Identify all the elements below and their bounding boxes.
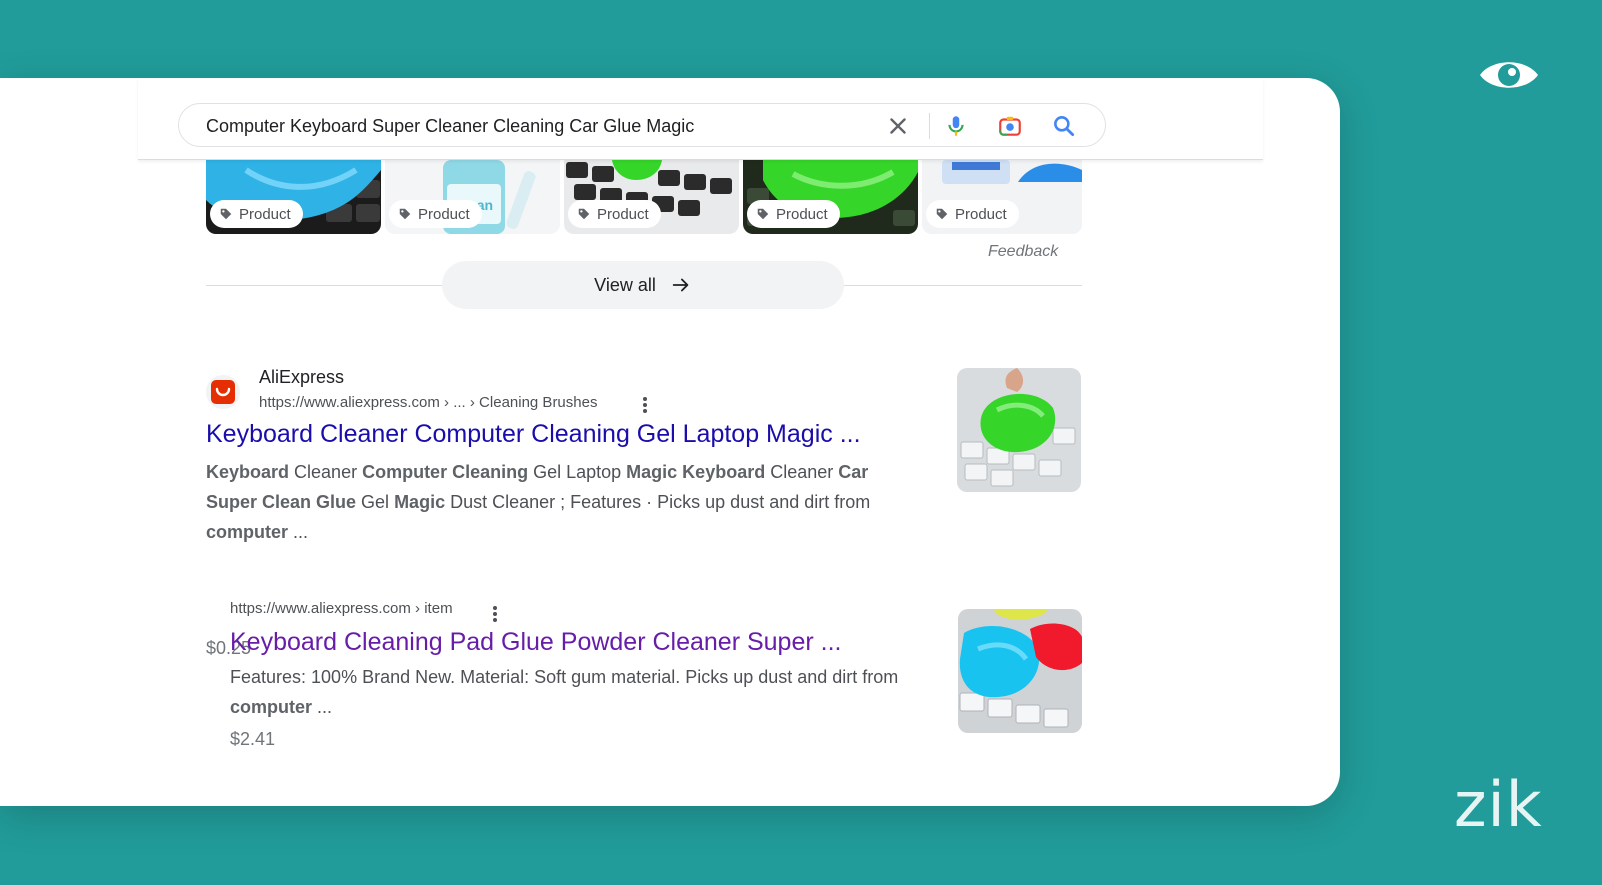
site-name[interactable]: AliExpress (259, 367, 344, 388)
search-icon[interactable] (1051, 113, 1077, 139)
tag-icon (757, 208, 769, 220)
product-tag: Product (210, 200, 303, 228)
camera-lens-icon[interactable] (997, 113, 1023, 139)
arrow-right-icon (672, 278, 689, 292)
result-url[interactable]: https://www.aliexpress.com › ... › Clean… (259, 394, 597, 411)
feedback-link[interactable]: Feedback (988, 243, 1058, 261)
result-image (958, 609, 1082, 733)
product-tag-label: Product (955, 205, 1007, 223)
eye-icon (1480, 62, 1538, 88)
view-all-button[interactable]: View all (442, 261, 844, 309)
product-tag: Product (747, 200, 840, 228)
snippet-line: Keyboard Cleaner Computer Cleaning Gel L… (206, 462, 869, 482)
result-price: $2.41 (230, 729, 276, 749)
product-tag-label: Product (597, 205, 649, 223)
tag-icon (578, 208, 590, 220)
product-tag-label: Product (239, 205, 291, 223)
search-divider (929, 113, 930, 139)
aliexpress-favicon (206, 375, 240, 409)
snippet-line: Super Clean Glue Gel Magic Dust Cleaner … (206, 492, 871, 512)
result-title-link[interactable]: Keyboard Cleaner Computer Cleaning Gel L… (206, 420, 861, 449)
product-carousel: Product Clean Product (206, 160, 1082, 234)
tag-icon (399, 208, 411, 220)
result-snippet: Keyboard Cleaner Computer Cleaning Gel L… (206, 457, 906, 547)
product-thumbnail[interactable]: Product (564, 160, 739, 234)
tag-icon (220, 208, 232, 220)
product-tag: Product (389, 200, 482, 228)
product-thumbnail[interactable]: Product (206, 160, 381, 234)
product-thumbnail[interactable]: Product (743, 160, 918, 234)
product-thumbnail[interactable]: Clean Product (385, 160, 560, 234)
snippet-line: Features: 100% Brand New. Material: Soft… (230, 667, 899, 687)
more-options-icon[interactable] (638, 395, 652, 415)
more-options-icon[interactable] (488, 604, 502, 624)
product-tag-label: Product (776, 205, 828, 223)
view-all-label: View all (594, 274, 656, 295)
snippet-line: computer ... (230, 697, 333, 717)
search-header: Computer Keyboard Super Cleaner Cleaning… (138, 78, 1263, 160)
search-results-card: Computer Keyboard Super Cleaner Cleaning… (0, 78, 1340, 806)
product-tag: Product (568, 200, 661, 228)
result-title-link[interactable]: Keyboard Cleaning Pad Glue Powder Cleane… (230, 628, 841, 657)
result-image (957, 368, 1081, 492)
tag-icon (936, 208, 948, 220)
microphone-icon[interactable] (943, 113, 969, 139)
clear-icon[interactable] (885, 113, 911, 139)
search-bar[interactable]: Computer Keyboard Super Cleaner Cleaning… (178, 103, 1106, 147)
product-tag: Product (926, 200, 1019, 228)
result-thumbnail[interactable] (958, 609, 1082, 733)
brand-logo: zik (1454, 768, 1543, 841)
product-thumbnail[interactable]: Product (922, 160, 1082, 234)
aliexpress-icon (211, 380, 235, 404)
result-url[interactable]: https://www.aliexpress.com › item (230, 600, 453, 617)
snippet-line: computer ... (206, 522, 309, 542)
product-tag-label: Product (418, 205, 470, 223)
result-snippet: Features: 100% Brand New. Material: Soft… (230, 662, 950, 722)
result-thumbnail[interactable] (957, 368, 1081, 492)
search-input[interactable]: Computer Keyboard Super Cleaner Cleaning… (206, 116, 694, 137)
